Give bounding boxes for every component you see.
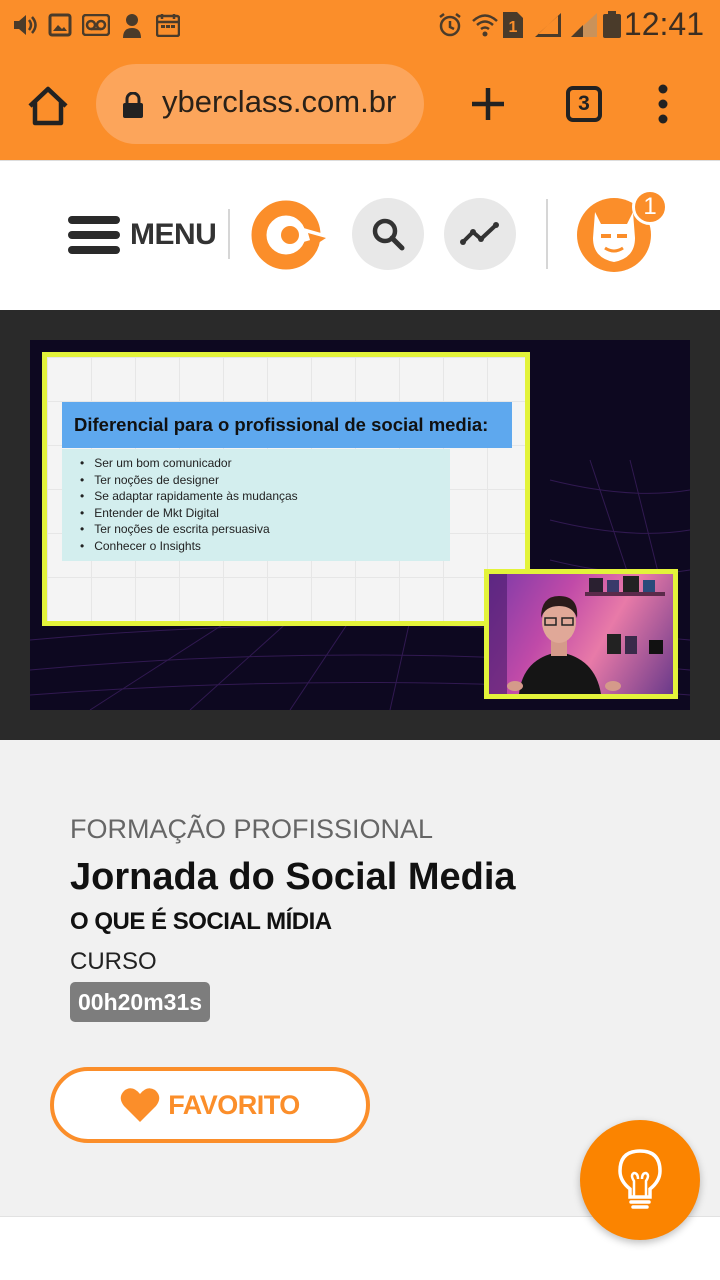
signal-weak-icon <box>570 12 598 38</box>
status-bar: 1 12:41 <box>0 0 720 50</box>
tips-fab-button[interactable] <box>580 1120 700 1240</box>
header-divider <box>228 209 230 259</box>
content-type: CURSO <box>70 948 157 975</box>
more-vertical-icon <box>658 84 668 124</box>
address-bar[interactable]: yberclass.com.br <box>96 64 424 144</box>
tab-switcher-button[interactable]: 3 <box>566 86 602 122</box>
battery-icon <box>602 11 622 38</box>
presenter-image <box>489 574 665 694</box>
voicemail-icon <box>82 12 110 38</box>
slide-bullet: Ser um bom comunicador <box>80 455 450 472</box>
lock-icon <box>123 92 143 118</box>
video-player[interactable]: Diferencial para o profissional de socia… <box>30 340 690 710</box>
alarm-icon <box>438 12 462 38</box>
search-button[interactable] <box>352 198 424 270</box>
course-title: Jornada do Social Media <box>70 856 516 898</box>
presentation-slide: Diferencial para o profissional de socia… <box>42 352 530 626</box>
slide-bullet: Entender de Mkt Digital <box>80 505 450 522</box>
notification-badge[interactable]: 1 <box>632 189 668 225</box>
slide-bullet: Se adaptar rapidamente às mudanças <box>80 488 450 505</box>
menu-button[interactable]: MENU <box>68 213 217 257</box>
signal-icon <box>534 12 562 38</box>
slide-bullet: Conhecer o Insights <box>80 538 450 555</box>
menu-label: MENU <box>130 218 217 251</box>
duration-badge: 00h20m31s <box>70 982 211 1022</box>
lesson-title: O QUE É SOCIAL MÍDIA <box>70 908 332 935</box>
url-text: yberclass.com.br <box>162 84 397 119</box>
spy-icon <box>120 12 144 38</box>
volume-icon <box>12 12 38 38</box>
browser-menu-button[interactable] <box>652 84 674 124</box>
site-logo[interactable] <box>248 197 330 273</box>
site-header: MENU 1 <box>0 160 720 310</box>
sim-icon: 1 <box>502 12 524 38</box>
trending-icon <box>460 222 499 245</box>
slide-bullet: Ter noções de designer <box>80 472 450 489</box>
activity-button[interactable] <box>444 198 516 270</box>
video-player-area: Diferencial para o profissional de socia… <box>0 310 720 740</box>
heart-icon <box>120 1088 160 1122</box>
tab-count: 3 <box>578 92 590 115</box>
course-category: FORMAÇÃO PROFISSIONAL <box>70 814 434 844</box>
new-tab-button[interactable] <box>466 82 510 126</box>
slide-bullet: Ter noções de escrita persuasiva <box>80 521 450 538</box>
wifi-icon <box>472 12 498 38</box>
home-icon <box>28 86 68 126</box>
plus-icon <box>472 88 504 120</box>
browser-toolbar: yberclass.com.br 3 <box>0 50 720 160</box>
lightbulb-icon <box>618 1149 662 1209</box>
slide-title: Diferencial para o profissional de socia… <box>62 402 512 448</box>
calendar-icon <box>156 12 180 38</box>
logo-icon <box>251 200 328 270</box>
search-icon <box>372 218 405 251</box>
status-time: 12:41 <box>623 6 704 42</box>
header-divider-2 <box>546 199 548 269</box>
home-button[interactable] <box>26 84 70 128</box>
slide-bullet-list: Ser um bom comunicador Ter noções de des… <box>62 449 450 561</box>
presenter-webcam <box>484 569 678 699</box>
sim-label: 1 <box>509 19 518 36</box>
favorite-label: FAVORITO <box>168 1089 300 1120</box>
hamburger-icon <box>68 216 120 254</box>
image-icon <box>48 12 72 38</box>
favorite-button[interactable]: FAVORITO <box>50 1067 370 1143</box>
